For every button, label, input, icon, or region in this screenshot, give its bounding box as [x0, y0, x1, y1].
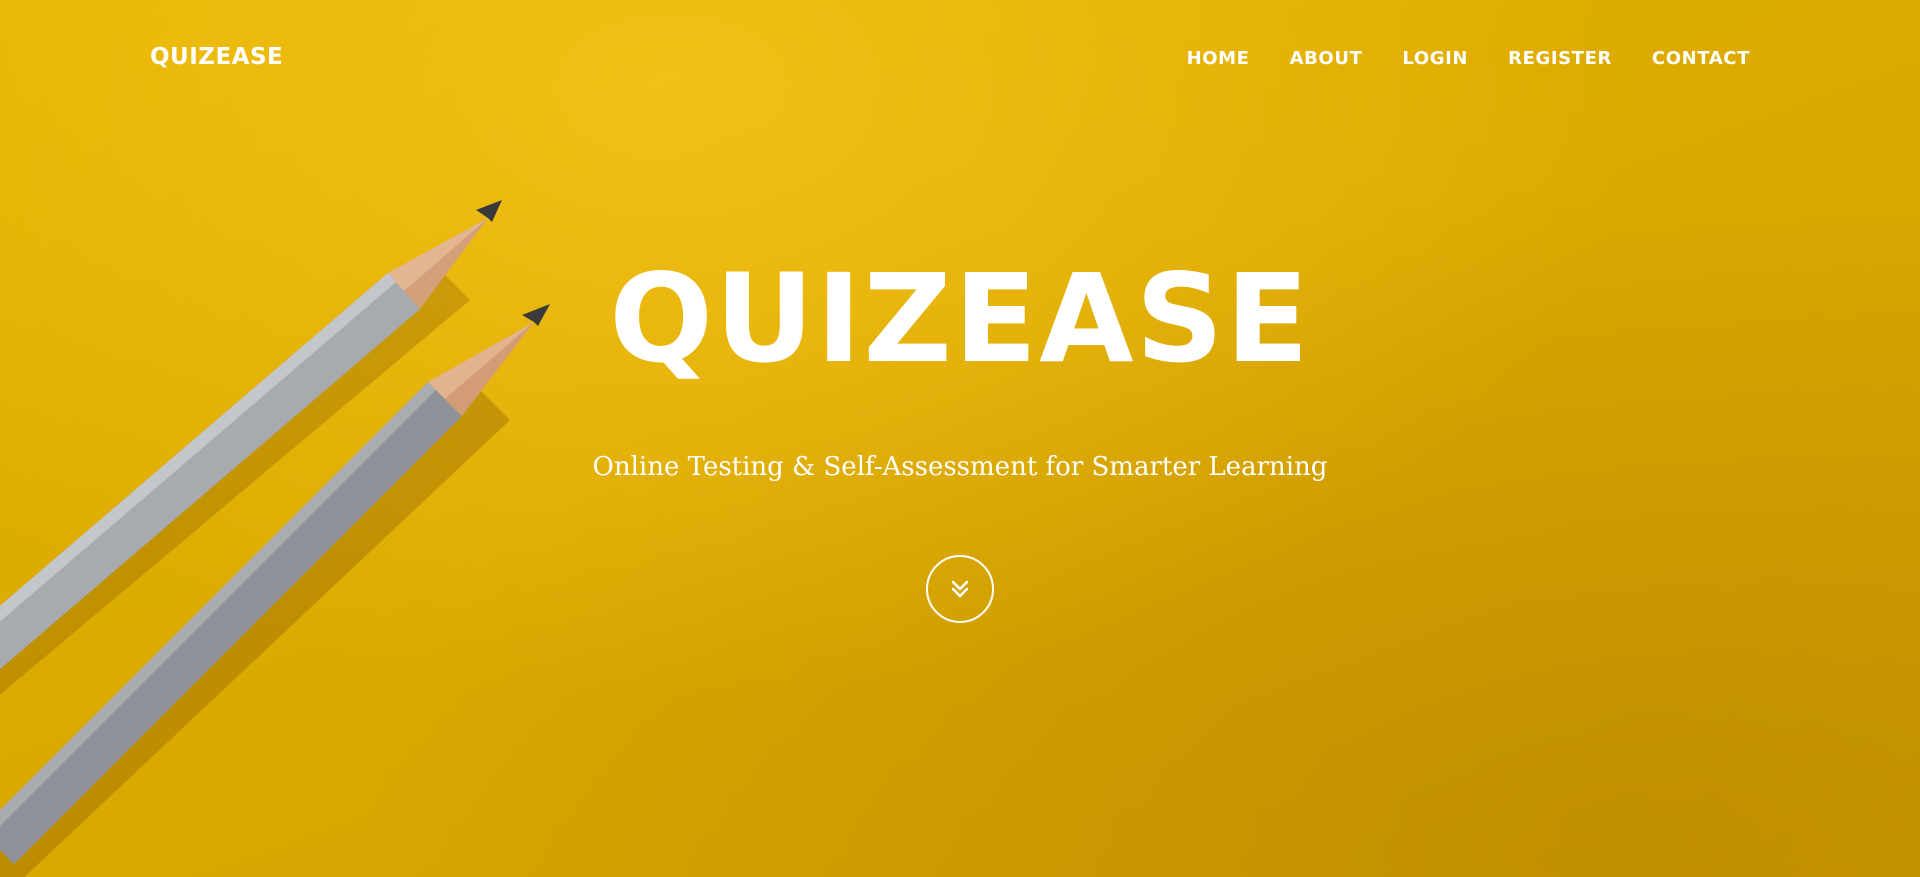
- nav-links: HOME ABOUT LOGIN REGISTER CONTACT: [1187, 48, 1750, 69]
- navbar: QUIZEASE HOME ABOUT LOGIN REGISTER CONTA…: [0, 0, 1920, 120]
- hero-subtitle: Online Testing & Self-Assessment for Sma…: [592, 452, 1328, 482]
- nav-link-register[interactable]: REGISTER: [1508, 48, 1612, 69]
- brand-logo[interactable]: QUIZEASE: [150, 44, 283, 70]
- hero-title: QUIZEASE: [609, 248, 1311, 390]
- pencils-image: [0, 200, 550, 877]
- scroll-down-button[interactable]: [926, 555, 994, 623]
- nav-link-about[interactable]: ABOUT: [1290, 48, 1363, 69]
- nav-link-home[interactable]: HOME: [1187, 48, 1250, 69]
- nav-link-login[interactable]: LOGIN: [1402, 48, 1468, 69]
- nav-link-contact[interactable]: CONTACT: [1652, 48, 1750, 69]
- double-chevron-down-icon: [951, 580, 969, 598]
